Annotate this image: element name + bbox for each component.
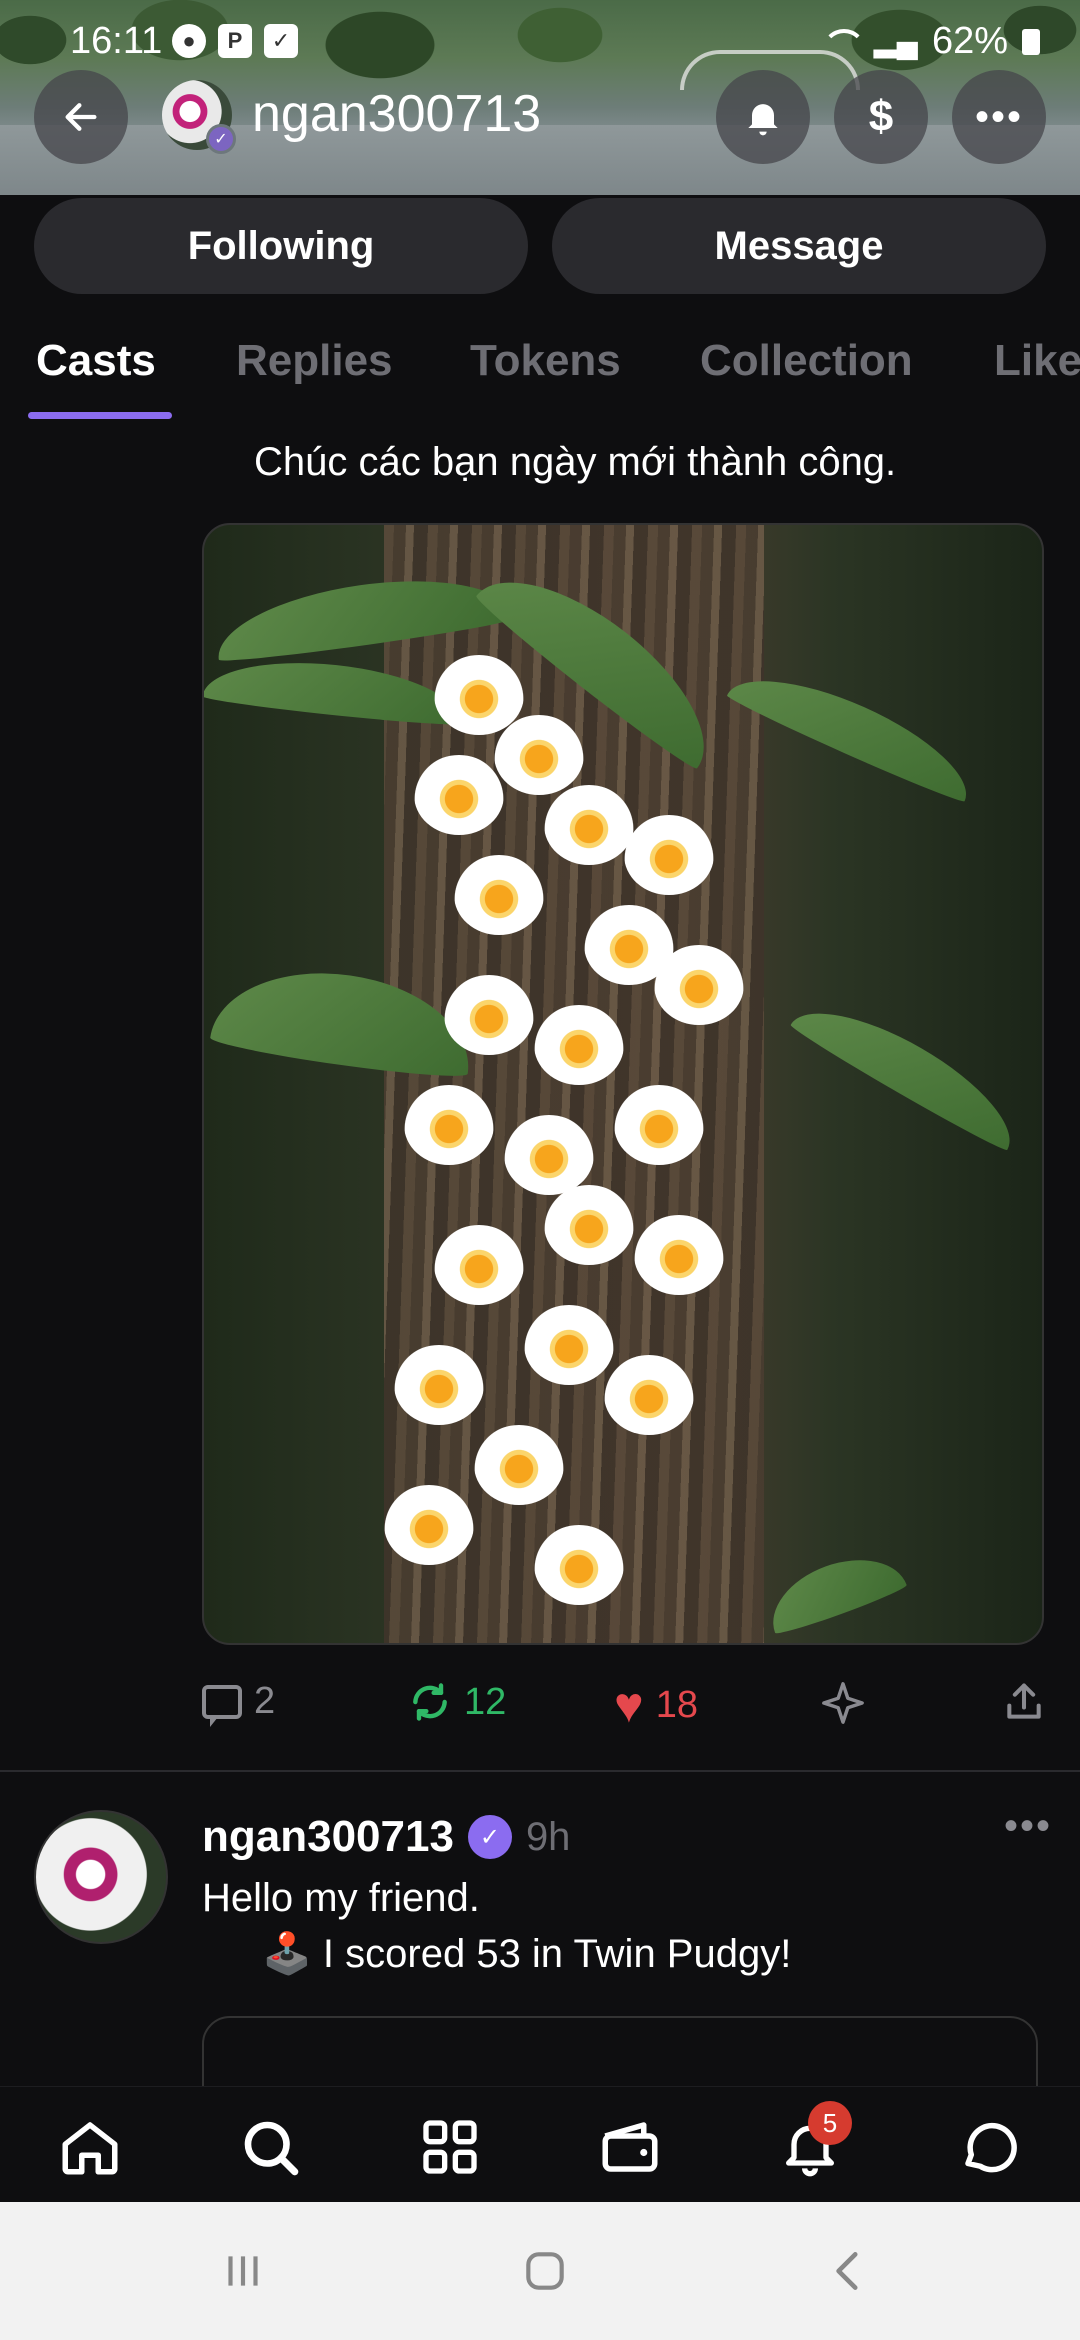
post-actions-bar: 2 12 ♥ 18 xyxy=(0,1680,1080,1740)
image-leaf xyxy=(788,985,1030,1155)
notification-count-badge: 5 xyxy=(808,2101,852,2145)
record-icon: ● xyxy=(172,24,206,58)
check-icon: ✓ xyxy=(264,24,298,58)
bell-icon xyxy=(748,104,778,136)
post-text: Hello my friend. xyxy=(202,1876,480,1920)
image-flower xyxy=(544,785,634,865)
tab-casts[interactable]: Casts xyxy=(36,336,156,386)
following-button[interactable]: Following xyxy=(34,198,528,294)
tab-likes[interactable]: Likes xyxy=(994,336,1080,386)
image-flower xyxy=(544,1185,634,1265)
like-count: 18 xyxy=(655,1683,698,1726)
nav-notifications[interactable]: 5 xyxy=(770,2101,852,2187)
image-flower xyxy=(494,715,584,795)
battery-percent: 62% xyxy=(931,20,1008,62)
nav-search[interactable] xyxy=(230,2107,310,2187)
nav-apps[interactable] xyxy=(410,2107,490,2187)
tip-button[interactable]: $ xyxy=(834,70,928,164)
signal-icon: ▂▄ xyxy=(873,25,918,58)
verified-badge-icon: ✓ xyxy=(206,124,236,154)
image-flower xyxy=(654,945,744,1025)
avatar[interactable]: ✓ xyxy=(162,80,236,154)
image-flower xyxy=(444,975,534,1055)
header-username: ngan300713 xyxy=(252,85,542,143)
image-flower xyxy=(454,855,544,935)
image-leaf xyxy=(759,1542,909,1638)
wallet-icon xyxy=(602,2122,658,2172)
image-flower xyxy=(604,1355,694,1435)
image-flower xyxy=(614,1085,704,1165)
message-button[interactable]: Message xyxy=(552,198,1046,294)
status-time: 16:11 xyxy=(70,20,163,62)
grid-icon xyxy=(423,2120,477,2174)
share-icon xyxy=(1007,1683,1041,1719)
image-flower xyxy=(434,1225,524,1305)
tab-collection[interactable]: Collection xyxy=(700,336,913,386)
recast-icon xyxy=(413,1683,447,1721)
verified-badge-icon: ✓ xyxy=(467,1815,512,1859)
image-flower xyxy=(634,1215,724,1295)
more-options-button[interactable]: ••• xyxy=(952,70,1046,164)
tab-tokens[interactable]: Tokens xyxy=(470,336,621,386)
battery-icon xyxy=(1022,28,1040,55)
status-system-icons: ▂▄ 62% xyxy=(820,20,1040,63)
reply-button[interactable]: 2 xyxy=(202,1680,276,1727)
image-flower xyxy=(474,1425,564,1505)
avatar[interactable] xyxy=(34,1810,168,1944)
bookmark-button[interactable] xyxy=(820,1680,866,1726)
image-flower xyxy=(624,815,714,895)
post-divider xyxy=(0,1770,1080,1772)
active-tab-indicator xyxy=(28,412,172,419)
post-timestamp: 9h xyxy=(525,1814,571,1859)
embedded-frame-card[interactable] xyxy=(202,2016,1038,2086)
heart-icon: ♥ xyxy=(614,1677,644,1733)
image-flower xyxy=(414,755,504,835)
nav-home[interactable] xyxy=(50,2107,130,2187)
profile-tabs: Casts Replies Tokens Collection Likes xyxy=(0,320,1080,420)
arrow-left-icon xyxy=(65,103,97,131)
image-flower xyxy=(384,1485,474,1565)
post-image-orchid[interactable] xyxy=(202,523,1044,1645)
status-bar: 16:11 ● P ✓ ▂▄ 62% xyxy=(0,0,1080,86)
profile-header: ✓ ngan300713 $ ••• xyxy=(0,70,1080,176)
image-flower xyxy=(534,1005,624,1085)
p-app-icon: P xyxy=(218,24,252,58)
like-button[interactable]: ♥ 18 xyxy=(614,1680,698,1730)
notify-subscribe-button[interactable] xyxy=(716,70,810,164)
post-text: Chúc các bạn ngày mới thành công. xyxy=(254,440,897,484)
post-text: 🕹️ I scored 53 in Twin Pudgy! xyxy=(262,1932,792,1976)
comment-icon xyxy=(202,1684,242,1727)
image-flower xyxy=(524,1305,614,1385)
image-flower xyxy=(404,1085,494,1165)
tab-replies[interactable]: Replies xyxy=(236,336,393,386)
status-notification-icons: ● P ✓ xyxy=(172,24,298,58)
recast-button[interactable]: 12 xyxy=(408,1680,506,1724)
sparkle-icon xyxy=(822,1682,864,1724)
post-username: ngan300713 xyxy=(202,1812,454,1861)
home-icon xyxy=(62,2122,118,2175)
back-button[interactable] xyxy=(34,70,128,164)
image-flower xyxy=(534,1525,624,1605)
casts-feed[interactable]: Chúc các bạn ngày mới thành công. 2 12 ♥… xyxy=(0,420,1080,2086)
recents-icon xyxy=(228,2256,258,2286)
chevron-left-icon xyxy=(836,2252,858,2290)
share-button[interactable] xyxy=(1002,1680,1046,1724)
system-home-button[interactable] xyxy=(510,2236,580,2306)
post-author[interactable]: ngan300713 ✓ 9h xyxy=(202,1812,570,1862)
system-back-button[interactable] xyxy=(814,2236,884,2306)
recast-count: 12 xyxy=(464,1680,507,1723)
nav-wallet[interactable] xyxy=(590,2107,670,2187)
system-navigation-bar xyxy=(0,2202,1080,2340)
search-icon xyxy=(244,2121,299,2176)
chat-icon xyxy=(965,2122,1017,2173)
home-square-icon xyxy=(526,2252,564,2290)
post-more-button[interactable]: ••• xyxy=(1004,1804,1052,1849)
image-flower xyxy=(394,1345,484,1425)
nav-messages[interactable] xyxy=(950,2107,1030,2187)
image-flower xyxy=(504,1115,594,1195)
wifi-icon xyxy=(820,27,866,57)
bottom-navigation: 5 xyxy=(0,2086,1080,2202)
reply-count: 2 xyxy=(254,1680,276,1722)
recents-button[interactable] xyxy=(208,2236,278,2306)
